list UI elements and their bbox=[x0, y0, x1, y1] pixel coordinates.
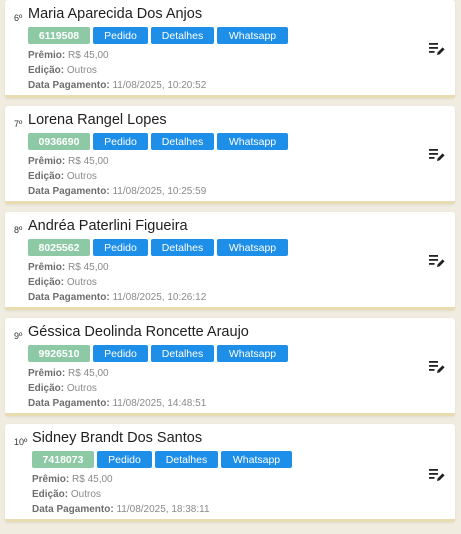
ticket-code-badge: 0936690 bbox=[28, 133, 90, 150]
winner-name: Maria Aparecida Dos Anjos bbox=[28, 6, 203, 22]
rank-label: 9º bbox=[14, 331, 23, 341]
data-pagamento-value: 11/08/2025, 10:25:59 bbox=[112, 186, 207, 197]
premio-label: Prêmio: bbox=[32, 474, 70, 485]
action-buttons: 9926510 Pedido Detalhes Whatsapp bbox=[28, 345, 288, 362]
action-buttons: 6119508 Pedido Detalhes Whatsapp bbox=[28, 27, 288, 44]
data-pagamento-row: Data Pagamento: 11/08/2025, 10:20:52 bbox=[28, 80, 206, 91]
whatsapp-button[interactable]: Whatsapp bbox=[217, 27, 288, 44]
data-pagamento-label: Data Pagamento: bbox=[32, 504, 114, 515]
premio-value: R$ 45,00 bbox=[68, 262, 109, 273]
winner-name: Géssica Deolinda Roncette Araujo bbox=[28, 324, 249, 340]
pedido-button[interactable]: Pedido bbox=[93, 133, 148, 150]
edicao-row: Edição: Outros bbox=[28, 277, 97, 288]
winners-list: 6º Maria Aparecida Dos Anjos 6119508 Ped… bbox=[0, 0, 461, 534]
data-pagamento-row: Data Pagamento: 11/08/2025, 10:25:59 bbox=[28, 186, 206, 197]
data-pagamento-value: 11/08/2025, 18:38:11 bbox=[116, 504, 210, 515]
whatsapp-button[interactable]: Whatsapp bbox=[221, 451, 292, 468]
premio-value: R$ 45,00 bbox=[68, 368, 109, 379]
whatsapp-button[interactable]: Whatsapp bbox=[217, 239, 288, 256]
detalhes-button[interactable]: Detalhes bbox=[151, 239, 214, 256]
detalhes-button[interactable]: Detalhes bbox=[151, 133, 214, 150]
premio-row: Prêmio: R$ 45,00 bbox=[28, 50, 109, 61]
edicao-row: Edição: Outros bbox=[28, 383, 97, 394]
winner-name: Sidney Brandt Dos Santos bbox=[32, 430, 203, 446]
premio-value: R$ 45,00 bbox=[68, 50, 109, 61]
premio-row: Prêmio: R$ 45,00 bbox=[28, 368, 109, 379]
action-buttons: 7418073 Pedido Detalhes Whatsapp bbox=[32, 451, 292, 468]
playlist-edit-icon[interactable] bbox=[429, 254, 445, 268]
edicao-label: Edição: bbox=[28, 383, 65, 394]
edicao-value: Outros bbox=[66, 277, 97, 288]
edicao-value: Outros bbox=[70, 489, 101, 500]
detalhes-button[interactable]: Detalhes bbox=[155, 451, 218, 468]
edicao-label: Edição: bbox=[28, 65, 65, 76]
data-pagamento-row: Data Pagamento: 11/08/2025, 14:48:51 bbox=[28, 398, 206, 409]
edicao-value: Outros bbox=[66, 383, 97, 394]
data-pagamento-value: 11/08/2025, 10:26:12 bbox=[112, 292, 207, 303]
data-pagamento-row: Data Pagamento: 11/08/2025, 18:38:11 bbox=[32, 504, 210, 515]
winner-name: Andréa Paterlini Figueira bbox=[28, 218, 188, 234]
premio-label: Prêmio: bbox=[28, 368, 66, 379]
edicao-label: Edição: bbox=[28, 277, 65, 288]
action-buttons: 8025562 Pedido Detalhes Whatsapp bbox=[28, 239, 288, 256]
detalhes-button[interactable]: Detalhes bbox=[151, 27, 214, 44]
edicao-label: Edição: bbox=[28, 171, 65, 182]
data-pagamento-row: Data Pagamento: 11/08/2025, 10:26:12 bbox=[28, 292, 206, 303]
edicao-row: Edição: Outros bbox=[28, 171, 97, 182]
pedido-button[interactable]: Pedido bbox=[93, 345, 148, 362]
whatsapp-button[interactable]: Whatsapp bbox=[217, 133, 288, 150]
data-pagamento-label: Data Pagamento: bbox=[28, 186, 110, 197]
playlist-edit-icon[interactable] bbox=[429, 360, 445, 374]
premio-row: Prêmio: R$ 45,00 bbox=[32, 474, 113, 485]
action-buttons: 0936690 Pedido Detalhes Whatsapp bbox=[28, 133, 288, 150]
data-pagamento-value: 11/08/2025, 14:48:51 bbox=[112, 398, 207, 409]
ticket-code-badge: 6119508 bbox=[28, 27, 90, 44]
winner-name: Lorena Rangel Lopes bbox=[28, 112, 167, 128]
pedido-button[interactable]: Pedido bbox=[93, 27, 148, 44]
premio-value: R$ 45,00 bbox=[68, 156, 109, 167]
premio-value: R$ 45,00 bbox=[72, 474, 113, 485]
data-pagamento-value: 11/08/2025, 10:20:52 bbox=[112, 80, 207, 91]
ticket-code-badge: 9926510 bbox=[28, 345, 90, 362]
winner-card: 6º Maria Aparecida Dos Anjos 6119508 Ped… bbox=[5, 0, 455, 98]
winner-card: 9º Géssica Deolinda Roncette Araujo 9926… bbox=[5, 318, 455, 416]
playlist-edit-icon[interactable] bbox=[429, 468, 445, 482]
edicao-label: Edição: bbox=[32, 489, 69, 500]
premio-row: Prêmio: R$ 45,00 bbox=[28, 156, 109, 167]
premio-label: Prêmio: bbox=[28, 262, 66, 273]
rank-label: 6º bbox=[14, 13, 23, 23]
winner-card: 7º Lorena Rangel Lopes 0936690 Pedido De… bbox=[5, 106, 455, 204]
data-pagamento-label: Data Pagamento: bbox=[28, 398, 110, 409]
edicao-row: Edição: Outros bbox=[28, 65, 97, 76]
edicao-value: Outros bbox=[66, 65, 97, 76]
premio-row: Prêmio: R$ 45,00 bbox=[28, 262, 109, 273]
pedido-button[interactable]: Pedido bbox=[97, 451, 152, 468]
rank-label: 8º bbox=[14, 225, 23, 235]
premio-label: Prêmio: bbox=[28, 50, 66, 61]
edicao-row: Edição: Outros bbox=[32, 489, 101, 500]
rank-label: 7º bbox=[14, 119, 23, 129]
data-pagamento-label: Data Pagamento: bbox=[28, 80, 110, 91]
pedido-button[interactable]: Pedido bbox=[93, 239, 148, 256]
rank-label: 10º bbox=[14, 437, 28, 447]
ticket-code-badge: 8025562 bbox=[28, 239, 90, 256]
ticket-code-badge: 7418073 bbox=[32, 451, 94, 468]
data-pagamento-label: Data Pagamento: bbox=[28, 292, 110, 303]
premio-label: Prêmio: bbox=[28, 156, 66, 167]
winner-card: 8º Andréa Paterlini Figueira 8025562 Ped… bbox=[5, 212, 455, 310]
edicao-value: Outros bbox=[66, 171, 97, 182]
playlist-edit-icon[interactable] bbox=[429, 42, 445, 56]
playlist-edit-icon[interactable] bbox=[429, 148, 445, 162]
winner-card: 10º Sidney Brandt Dos Santos 7418073 Ped… bbox=[5, 424, 455, 522]
whatsapp-button[interactable]: Whatsapp bbox=[217, 345, 288, 362]
detalhes-button[interactable]: Detalhes bbox=[151, 345, 214, 362]
